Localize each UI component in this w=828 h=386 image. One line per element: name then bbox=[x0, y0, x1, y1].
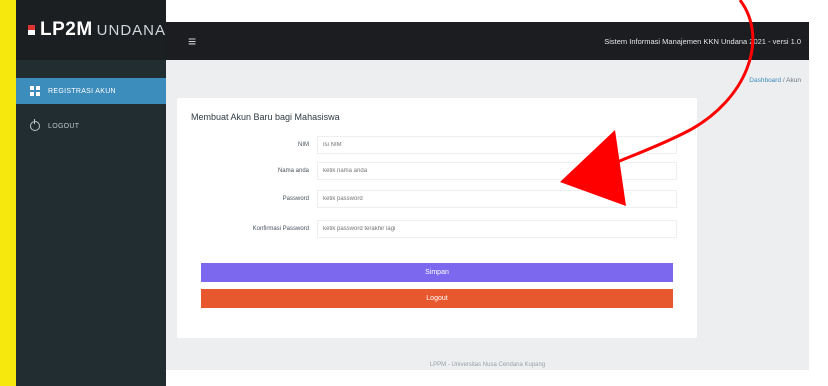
nim-label: NIM bbox=[298, 142, 309, 148]
form-row-password: Password bbox=[177, 190, 697, 208]
brand-name: LP2M bbox=[39, 19, 93, 40]
password-input[interactable] bbox=[317, 190, 677, 208]
save-button[interactable]: Simpan bbox=[201, 263, 673, 282]
top-navbar: ≡ Sistem Informasi Manajemen KKN Undana … bbox=[166, 22, 809, 60]
form-row-nim: NIM bbox=[177, 136, 697, 154]
brand-logo[interactable]: LP2M UNDANA bbox=[16, 0, 166, 60]
grid-icon bbox=[30, 86, 40, 96]
form-row-konfirmasi-password: Konfirmasi Password bbox=[177, 220, 697, 238]
footer-text: LPPM - Universitas Nusa Cendana Kupang bbox=[429, 362, 546, 368]
nama-input[interactable] bbox=[317, 162, 677, 180]
brand-sub: UNDANA bbox=[96, 21, 166, 39]
sidebar-item-registrasi-akun[interactable]: REGISTRASI AKUN bbox=[16, 78, 166, 104]
register-form-card: Membuat Akun Baru bagi Mahasiswa NIM Nam… bbox=[177, 98, 697, 338]
highlight-bar bbox=[0, 0, 16, 386]
app-title: Sistem Informasi Manajemen KKN Undana 20… bbox=[604, 36, 801, 46]
breadcrumb-home-link[interactable]: Dashboard bbox=[749, 77, 781, 84]
konfirmasi-password-label: Konfirmasi Password bbox=[252, 226, 309, 232]
sidebar-item-logout[interactable]: LOGOUT bbox=[16, 113, 166, 139]
breadcrumb-separator: / bbox=[782, 77, 785, 84]
sidebar-item-label: REGISTRASI AKUN bbox=[48, 87, 116, 95]
breadcrumb-current: Akun bbox=[786, 77, 801, 84]
breadcrumb: Dashboard / Akun bbox=[749, 77, 801, 84]
form-row-nama: Nama anda bbox=[177, 162, 697, 180]
power-icon bbox=[30, 119, 40, 131]
nama-label: Nama anda bbox=[277, 168, 309, 174]
konfirmasi-password-input[interactable] bbox=[317, 220, 677, 238]
flag-icon bbox=[28, 25, 35, 35]
nim-input[interactable] bbox=[317, 136, 677, 154]
sidebar-item-label: LOGOUT bbox=[48, 122, 80, 130]
hamburger-menu-icon[interactable]: ≡ bbox=[188, 33, 196, 49]
logout-button[interactable]: Logout bbox=[201, 289, 673, 308]
form-title: Membuat Akun Baru bagi Mahasiswa bbox=[191, 112, 340, 122]
password-label: Password bbox=[282, 196, 309, 202]
